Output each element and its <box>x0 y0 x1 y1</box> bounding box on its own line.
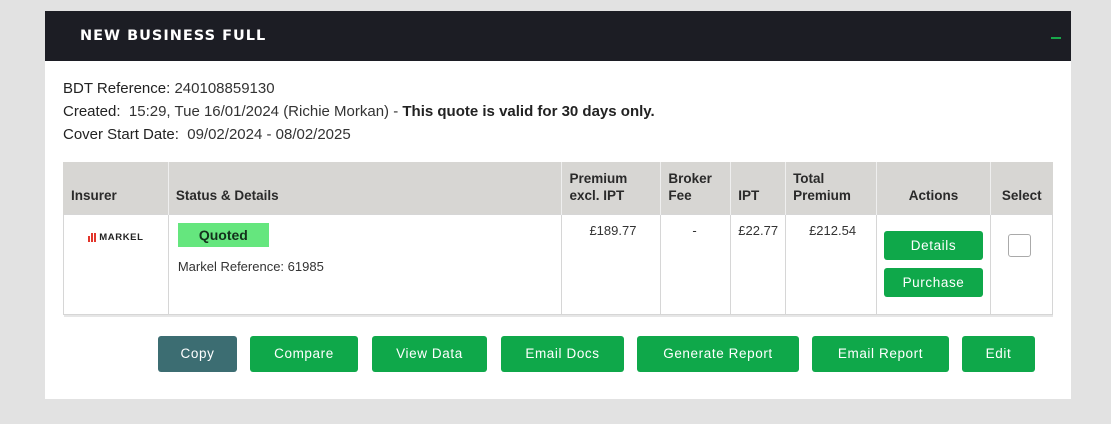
markel-reference-value: 61985 <box>287 258 324 274</box>
header-actions: Actions <box>876 162 991 214</box>
header-broker-line1: Broker <box>668 170 712 186</box>
action-button-bar: Copy Compare View Data Email Docs Genera… <box>45 336 1071 372</box>
select-cell <box>990 213 1053 315</box>
header-total-line2: Premium <box>793 187 851 203</box>
header-broker-fee: Broker Fee <box>660 162 731 214</box>
bdt-reference-value: 240108859130 <box>174 80 275 97</box>
panel-header[interactable]: NEW BUSINESS FULL <box>45 11 1071 61</box>
header-total: Total Premium <box>785 162 877 214</box>
view-data-button[interactable]: View Data <box>372 336 487 372</box>
header-ipt: IPT <box>730 162 786 214</box>
quotes-table: Insurer Status & Details Premium excl. IP… <box>63 162 1053 317</box>
table-footer-line <box>63 314 1053 317</box>
cover-start-line: Cover Start Date: 09/02/2024 - 08/02/202… <box>63 123 655 146</box>
created-line: Created: 15:29, Tue 16/01/2024 (Richie M… <box>63 100 655 123</box>
markel-logo-icon <box>88 232 97 242</box>
header-premium-line2: excl. IPT <box>569 187 625 203</box>
header-select: Select <box>990 162 1053 214</box>
status-cell: Quoted Markel Reference: 61985 <box>167 213 563 315</box>
header-broker-line2: Fee <box>668 187 692 203</box>
header-status: Status & Details <box>167 162 562 214</box>
bdt-reference-line: BDT Reference: 240108859130 <box>63 77 655 100</box>
header-premium: Premium excl. IPT <box>561 162 661 214</box>
markel-logo-text: MARKEL <box>99 231 144 243</box>
compare-button[interactable]: Compare <box>250 336 358 372</box>
header-premium-line1: Premium <box>569 170 628 186</box>
email-report-button[interactable]: Email Report <box>812 336 949 372</box>
premium-cell: £189.77 <box>561 213 662 315</box>
header-total-line1: Total <box>793 170 825 186</box>
status-badge: Quoted <box>177 222 269 247</box>
edit-button[interactable]: Edit <box>962 336 1035 372</box>
table-footer-cell <box>63 314 1053 317</box>
markel-reference-label: Markel Reference: <box>177 258 285 274</box>
collapse-icon[interactable] <box>1051 37 1061 39</box>
created-label: Created: <box>63 103 121 120</box>
select-checkbox[interactable] <box>1008 233 1031 257</box>
table-row: MARKEL Quoted Markel Reference: 61985 £1… <box>63 213 1053 315</box>
new-business-panel: NEW BUSINESS FULL BDT Reference: 2401088… <box>45 11 1071 399</box>
header-insurer: Insurer <box>63 162 169 214</box>
markel-logo: MARKEL <box>71 232 161 243</box>
markel-reference: Markel Reference: 61985 <box>178 259 555 274</box>
generate-report-button[interactable]: Generate Report <box>637 336 799 372</box>
broker-fee-cell: - <box>660 213 732 315</box>
validity-note: This quote is valid for 30 days only. <box>402 103 655 120</box>
cover-start-value: 09/02/2024 - 08/02/2025 <box>187 126 351 143</box>
created-value: 15:29, Tue 16/01/2024 (Richie Morkan) - <box>128 103 399 120</box>
purchase-button[interactable]: Purchase <box>884 267 983 297</box>
details-button[interactable]: Details <box>884 230 983 260</box>
bdt-reference-label: BDT Reference: <box>63 80 171 97</box>
actions-cell: Details Purchase <box>876 213 991 315</box>
total-cell: £212.54 <box>785 213 877 315</box>
ipt-cell: £22.77 <box>730 213 787 315</box>
quote-info: BDT Reference: 240108859130 Created: 15:… <box>63 77 655 146</box>
email-docs-button[interactable]: Email Docs <box>501 336 624 372</box>
cover-start-label: Cover Start Date: <box>63 126 179 143</box>
panel-title: NEW BUSINESS FULL <box>80 28 267 44</box>
insurer-cell: MARKEL <box>63 213 169 315</box>
table-header-row: Insurer Status & Details Premium excl. IP… <box>63 162 1053 214</box>
copy-button[interactable]: Copy <box>158 336 237 372</box>
